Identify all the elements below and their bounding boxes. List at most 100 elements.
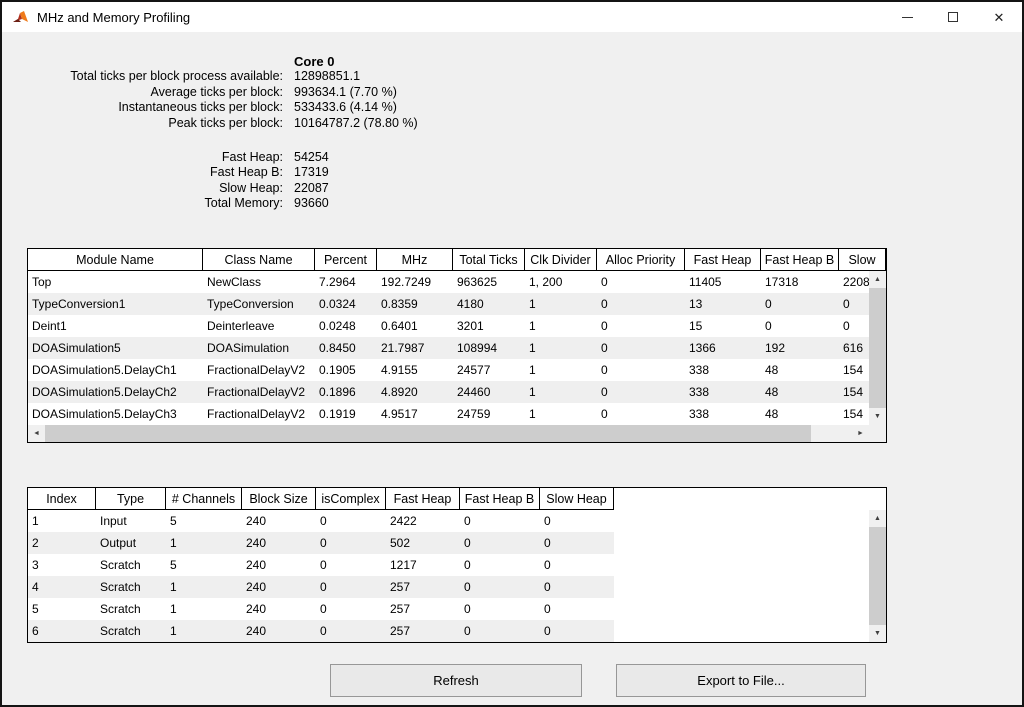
scroll-left-icon[interactable]: ◄ xyxy=(28,425,45,442)
table-row[interactable]: 3Scratch52400121700 xyxy=(28,554,614,576)
module-table-header: Module NameClass NamePercentMHzTotal Tic… xyxy=(28,249,886,271)
table-cell: 1 xyxy=(525,381,597,403)
table-cell: 0 xyxy=(316,532,386,554)
table-cell: 192 xyxy=(761,337,839,359)
module-table: Module NameClass NamePercentMHzTotal Tic… xyxy=(27,248,887,443)
table-cell: FractionalDelayV2 xyxy=(203,381,315,403)
memory-label: Total Memory: xyxy=(27,196,283,210)
vertical-scrollbar-thumb[interactable] xyxy=(869,527,886,625)
column-header-iscomplex[interactable]: isComplex xyxy=(316,488,386,510)
table-cell: 338 xyxy=(685,403,761,425)
table-cell: 48 xyxy=(761,381,839,403)
table-row[interactable]: TopNewClass7.2964192.72499636251, 200011… xyxy=(28,271,886,293)
close-button[interactable]: ✕ xyxy=(976,2,1022,32)
table-cell: 4.9517 xyxy=(377,403,453,425)
column-header-block-size[interactable]: Block Size xyxy=(242,488,316,510)
column-header-fast-heap[interactable]: Fast Heap xyxy=(386,488,460,510)
table-cell: 15 xyxy=(685,315,761,337)
scroll-down-icon[interactable]: ▼ xyxy=(869,408,886,425)
column-header-alloc-priority[interactable]: Alloc Priority xyxy=(597,249,685,271)
table-cell: 0 xyxy=(460,510,540,532)
column-header-fast-heap[interactable]: Fast Heap xyxy=(685,249,761,271)
table-row[interactable]: 4Scratch1240025700 xyxy=(28,576,614,598)
table-cell: FractionalDelayV2 xyxy=(203,359,315,381)
table-cell: 5 xyxy=(166,554,242,576)
table-row[interactable]: 6Scratch1240025700 xyxy=(28,620,614,642)
table-cell: 0 xyxy=(761,293,839,315)
table-cell: 2422 xyxy=(386,510,460,532)
column-header-total-ticks[interactable]: Total Ticks xyxy=(453,249,525,271)
column-header-class-name[interactable]: Class Name xyxy=(203,249,315,271)
column-header-slow-heap[interactable]: Slow Heap xyxy=(540,488,614,510)
table-row[interactable]: DOASimulation5.DelayCh3FractionalDelayV2… xyxy=(28,403,886,425)
scroll-right-icon[interactable]: ► xyxy=(852,425,869,442)
buffer-table-body: 1Input524002422002Output12400502003Scrat… xyxy=(28,510,886,642)
table-row[interactable]: DOASimulation5.DelayCh1FractionalDelayV2… xyxy=(28,359,886,381)
memory-value: 22087 xyxy=(294,181,329,195)
table-cell: 0 xyxy=(460,598,540,620)
table-cell: 0 xyxy=(597,271,685,293)
column-header-slow[interactable]: Slow xyxy=(839,249,886,271)
column-header-fast-heap-b[interactable]: Fast Heap B xyxy=(761,249,839,271)
table-cell: 1 xyxy=(525,337,597,359)
export-button[interactable]: Export to File... xyxy=(616,664,866,697)
table-cell: 48 xyxy=(761,359,839,381)
buffer-table-vertical-scrollbar[interactable]: ▲ ▼ xyxy=(869,510,886,642)
table-row[interactable]: TypeConversion1TypeConversion0.03240.835… xyxy=(28,293,886,315)
maximize-button[interactable] xyxy=(930,2,976,32)
table-row[interactable]: 2Output1240050200 xyxy=(28,532,614,554)
table-cell: 1 xyxy=(166,598,242,620)
column-header--channels[interactable]: # Channels xyxy=(166,488,242,510)
table-cell: 0.1905 xyxy=(315,359,377,381)
scroll-up-icon[interactable]: ▲ xyxy=(869,510,886,527)
table-cell: 0 xyxy=(460,532,540,554)
memory-value: 54254 xyxy=(294,150,329,164)
table-cell: 13 xyxy=(685,293,761,315)
table-row[interactable]: DOASimulation5.DelayCh2FractionalDelayV2… xyxy=(28,381,886,403)
memory-value: 93660 xyxy=(294,196,329,210)
column-header-type[interactable]: Type xyxy=(96,488,166,510)
window-controls: ✕ xyxy=(884,2,1022,32)
column-header-mhz[interactable]: MHz xyxy=(377,249,453,271)
table-cell: 240 xyxy=(242,532,316,554)
table-row[interactable]: 1Input52400242200 xyxy=(28,510,614,532)
stat-label: Peak ticks per block: xyxy=(27,116,283,130)
horizontal-scrollbar-thumb[interactable] xyxy=(45,425,811,442)
table-cell: 1 xyxy=(28,510,96,532)
table-cell: 2 xyxy=(28,532,96,554)
buffer-table-header: IndexType# ChannelsBlock SizeisComplexFa… xyxy=(28,488,886,510)
table-cell: 0 xyxy=(316,576,386,598)
table-cell: 0 xyxy=(540,598,614,620)
table-cell: Deinterleave xyxy=(203,315,315,337)
column-header-index[interactable]: Index xyxy=(28,488,96,510)
refresh-button[interactable]: Refresh xyxy=(330,664,582,697)
minimize-button[interactable] xyxy=(884,2,930,32)
column-header-module-name[interactable]: Module Name xyxy=(28,249,203,271)
table-cell: 1217 xyxy=(386,554,460,576)
table-row[interactable]: Deint1Deinterleave0.02480.64013201101500 xyxy=(28,315,886,337)
table-cell: 0 xyxy=(597,315,685,337)
table-cell: NewClass xyxy=(203,271,315,293)
window-title: MHz and Memory Profiling xyxy=(37,10,190,25)
table-cell: DOASimulation5.DelayCh3 xyxy=(28,403,203,425)
table-cell: 0 xyxy=(316,554,386,576)
table-cell: 0 xyxy=(597,337,685,359)
table-cell: 0 xyxy=(540,620,614,642)
module-table-vertical-scrollbar[interactable]: ▲ ▼ xyxy=(869,271,886,425)
scroll-up-icon[interactable]: ▲ xyxy=(869,271,886,288)
column-header-fast-heap-b[interactable]: Fast Heap B xyxy=(460,488,540,510)
stat-label: Total ticks per block process available: xyxy=(27,69,283,83)
table-cell: TypeConversion1 xyxy=(28,293,203,315)
column-header-percent[interactable]: Percent xyxy=(315,249,377,271)
table-row[interactable]: 5Scratch1240025700 xyxy=(28,598,614,620)
table-cell: 0 xyxy=(460,576,540,598)
column-header-clk-divider[interactable]: Clk Divider xyxy=(525,249,597,271)
matlab-app-icon xyxy=(12,9,30,25)
table-cell: 4.8920 xyxy=(377,381,453,403)
module-table-horizontal-scrollbar[interactable]: ◄ ► xyxy=(28,425,869,442)
core-title: Core 0 xyxy=(294,54,334,69)
scroll-down-icon[interactable]: ▼ xyxy=(869,625,886,642)
vertical-scrollbar-thumb[interactable] xyxy=(869,288,886,408)
table-cell: 240 xyxy=(242,598,316,620)
table-row[interactable]: DOASimulation5DOASimulation0.845021.7987… xyxy=(28,337,886,359)
